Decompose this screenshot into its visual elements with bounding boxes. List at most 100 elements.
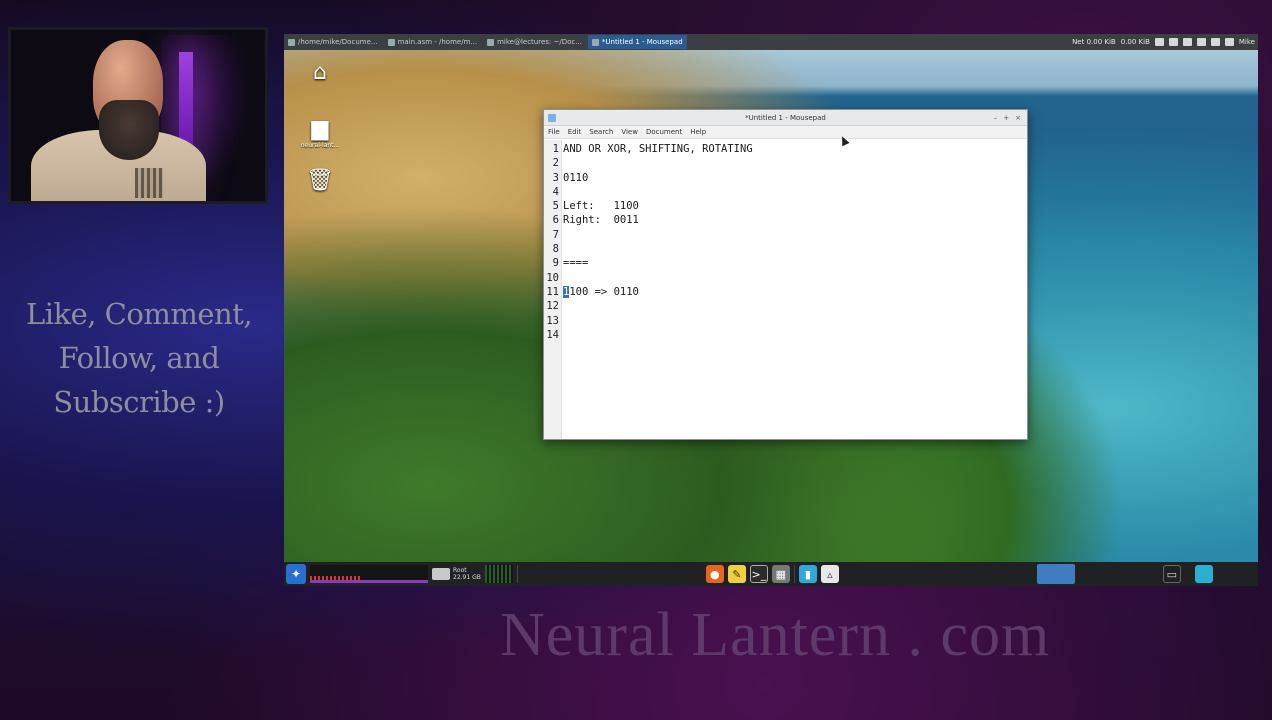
calculator-icon[interactable]: ▦ bbox=[771, 565, 790, 583]
firefox-icon[interactable]: ● bbox=[705, 565, 724, 583]
home-icon: ⌂ bbox=[313, 60, 327, 85]
line-number: 2 bbox=[552, 157, 559, 170]
line-number: 4 bbox=[552, 185, 559, 198]
task-label: main.asm - /home/m... bbox=[397, 38, 478, 46]
text-buffer[interactable]: AND OR XOR, SHIFTING, ROTATING 0110 Left: … bbox=[562, 140, 1027, 439]
line-number: 9 bbox=[552, 257, 559, 270]
code-line[interactable]: AND OR XOR, SHIFTING, ROTATING bbox=[562, 142, 1027, 156]
file-manager-icon[interactable]: ▭ bbox=[1162, 565, 1181, 583]
panel-separator bbox=[793, 565, 795, 583]
code-line[interactable] bbox=[562, 328, 1027, 342]
text-editor-icon[interactable]: ✎ bbox=[727, 565, 746, 583]
desktop-icon-trash[interactable]: 🗑 bbox=[298, 168, 342, 194]
notes-icon[interactable] bbox=[1168, 38, 1178, 46]
task-label: /home/mike/Docume... bbox=[298, 38, 378, 46]
code-line[interactable] bbox=[562, 299, 1027, 313]
channel-watermark: Neural Lantern . com bbox=[500, 601, 1051, 669]
document-viewer-icon[interactable]: ▵ bbox=[820, 565, 839, 583]
mousepad-window: *Untitled 1 - Mousepad – + × File Edit S… bbox=[543, 109, 1028, 440]
app-launcher-icon[interactable]: ▮ bbox=[798, 565, 817, 583]
promo-text: Like, Comment, Follow, and Subscribe :) bbox=[14, 292, 264, 424]
desktop-screen: /home/mike/Docume... main.asm - /home/m.… bbox=[284, 34, 1258, 586]
terminal-icon bbox=[487, 38, 495, 46]
code-line[interactable]: 0110 bbox=[562, 171, 1027, 185]
promo-line: Follow, and bbox=[58, 341, 220, 375]
window-titlebar[interactable]: *Untitled 1 - Mousepad – + × bbox=[544, 110, 1027, 126]
desktop-icon-folder[interactable]: ▆ neural-lant... bbox=[298, 116, 342, 149]
top-taskbar: /home/mike/Docume... main.asm - /home/m.… bbox=[284, 34, 1258, 50]
flag-icon[interactable] bbox=[1196, 38, 1206, 46]
task-mousepad[interactable]: *Untitled 1 - Mousepad bbox=[587, 35, 687, 49]
user-menu[interactable]: Mike bbox=[1239, 38, 1255, 46]
folder-icon bbox=[288, 38, 295, 46]
desktop-wallpaper: ⌂ ▆ neural-lant... 🗑 *Untitled 1 - Mouse… bbox=[284, 50, 1258, 562]
menu-edit[interactable]: Edit bbox=[568, 128, 582, 136]
presenter-beard bbox=[99, 100, 159, 160]
show-desktop-icon[interactable] bbox=[1194, 565, 1213, 583]
code-line[interactable]: 1100 => 0110 bbox=[562, 285, 1027, 299]
drive-free: 22.91 GB bbox=[453, 574, 481, 581]
line-number: 14 bbox=[546, 328, 559, 341]
code-line[interactable] bbox=[562, 185, 1027, 199]
desktop-icon-home[interactable]: ⌂ bbox=[298, 60, 342, 86]
folder-icon: ▆ bbox=[311, 116, 329, 141]
line-number: 12 bbox=[546, 300, 559, 313]
webcam-feed bbox=[8, 27, 268, 204]
code-line[interactable] bbox=[562, 271, 1027, 285]
menu-document[interactable]: Document bbox=[646, 128, 682, 136]
code-line[interactable] bbox=[562, 314, 1027, 328]
promo-line: Subscribe :) bbox=[53, 385, 225, 419]
hard-drive-icon bbox=[432, 568, 450, 580]
code-line[interactable] bbox=[562, 228, 1027, 242]
line-number: 3 bbox=[552, 171, 559, 184]
panel-separator bbox=[516, 565, 518, 583]
bottom-panel: ✦ Root 22.91 GB ● ✎ >_ ▦ ▮ ▵ ▭ bbox=[284, 562, 1258, 586]
promo-line: Like, Comment, bbox=[25, 297, 253, 331]
editor-icon bbox=[387, 38, 395, 46]
menu-file[interactable]: File bbox=[548, 128, 560, 136]
shirt-print bbox=[135, 168, 163, 198]
task-label: mike@lectures: ~/Doc... bbox=[497, 38, 582, 46]
menu-help[interactable]: Help bbox=[690, 128, 706, 136]
line-number: 7 bbox=[552, 228, 559, 241]
whisker-menu-button[interactable]: ✦ bbox=[286, 564, 306, 584]
code-line[interactable]: Right: 0011 bbox=[562, 213, 1027, 227]
code-line[interactable]: ==== bbox=[562, 256, 1027, 270]
line-number: 1 bbox=[552, 143, 559, 155]
maximize-icon[interactable]: + bbox=[1003, 114, 1009, 122]
window-button-mousepad[interactable] bbox=[1036, 564, 1075, 584]
minimize-icon[interactable]: – bbox=[994, 114, 998, 122]
close-icon[interactable]: × bbox=[1015, 114, 1021, 122]
code-line[interactable] bbox=[562, 242, 1027, 256]
cpu-graph bbox=[310, 565, 428, 583]
clipboard-icon[interactable] bbox=[1154, 38, 1164, 46]
task-editor[interactable]: main.asm - /home/m... bbox=[384, 35, 482, 49]
code-line[interactable]: Left: 1100 bbox=[562, 199, 1027, 213]
menu-search[interactable]: Search bbox=[589, 128, 613, 136]
disk-monitor: 0.00 KiB bbox=[1120, 38, 1150, 46]
menu-view[interactable]: View bbox=[621, 128, 638, 136]
line-number: 8 bbox=[552, 243, 559, 256]
terminal-icon[interactable]: >_ bbox=[749, 565, 768, 583]
line-number: 10 bbox=[546, 271, 559, 284]
window-title: *Untitled 1 - Mousepad bbox=[745, 113, 826, 122]
network-icon[interactable] bbox=[1182, 38, 1192, 46]
line-number: 5 bbox=[552, 200, 559, 213]
volume-icon[interactable] bbox=[1224, 38, 1234, 46]
editor-area[interactable]: 1 2 3 4 5 6 7 8 9 10 11 12 13 14 AND OR XOR, SHIFTING… bbox=[544, 140, 1027, 439]
trash-icon: 🗑 bbox=[306, 168, 334, 193]
menu-bar: File Edit Search View Document Help bbox=[544, 126, 1027, 139]
drive-name: Root bbox=[453, 567, 467, 574]
desktop-icon-label: neural-lant... bbox=[300, 142, 340, 149]
power-icon[interactable] bbox=[1210, 38, 1220, 46]
window-controls: – + × bbox=[994, 114, 1027, 122]
line-number: 11 bbox=[546, 285, 559, 298]
line-number-gutter: 1 2 3 4 5 6 7 8 9 10 11 12 13 14 bbox=[544, 140, 562, 439]
code-line[interactable] bbox=[562, 156, 1027, 170]
line-number: 6 bbox=[552, 214, 559, 227]
text-caret: 1 bbox=[563, 285, 570, 298]
line-number: 13 bbox=[546, 314, 559, 327]
task-terminal[interactable]: mike@lectures: ~/Doc... bbox=[483, 35, 586, 49]
net-monitor: Net 0.00 KiB bbox=[1072, 38, 1116, 46]
task-file-manager[interactable]: /home/mike/Docume... bbox=[284, 35, 382, 49]
